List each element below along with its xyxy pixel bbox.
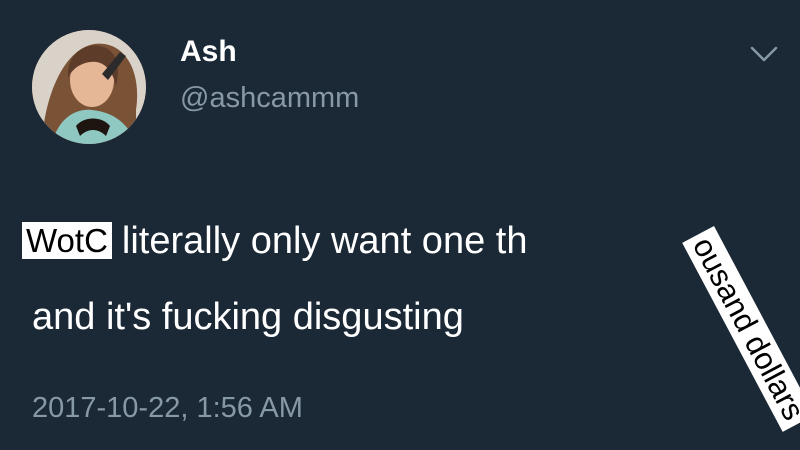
tweet-text-line-1: WotC literally only want one th bbox=[22, 216, 527, 266]
tweet-timestamp[interactable]: 2017-10-22, 1:56 AM bbox=[32, 390, 303, 426]
avatar[interactable] bbox=[32, 30, 146, 144]
tweet-card: Ash @ashcammm WotC literally only want on… bbox=[0, 0, 800, 450]
display-name[interactable]: Ash bbox=[180, 34, 237, 70]
overlay-sticker: ousand dollars bbox=[660, 226, 800, 450]
tweet-text-line-2: and it's fucking disgusting bbox=[32, 296, 464, 338]
overlay-word: WotC bbox=[22, 222, 112, 259]
chevron-down-icon[interactable] bbox=[748, 42, 780, 66]
overlay-sticker-text: ousand dollars bbox=[682, 226, 800, 432]
profile-photo-icon bbox=[32, 30, 146, 144]
tweet-text-fragment: literally only want one th bbox=[121, 220, 528, 262]
username-handle[interactable]: @ashcammm bbox=[180, 80, 359, 116]
